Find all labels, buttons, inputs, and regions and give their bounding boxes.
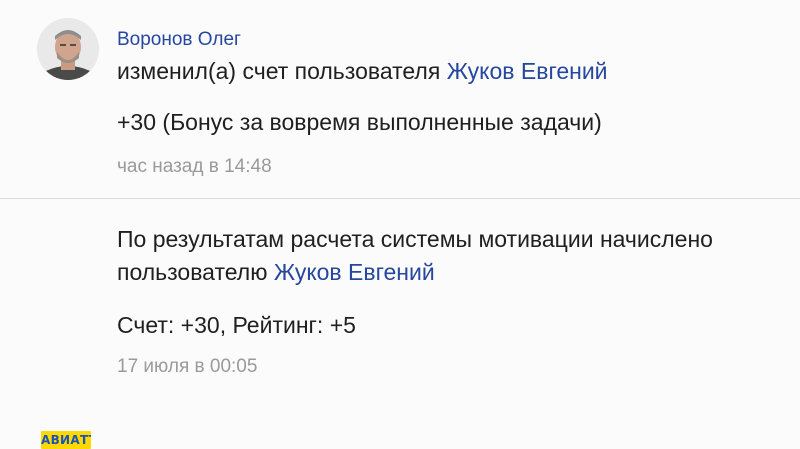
message-prefix: пользователю	[117, 259, 268, 285]
avatar[interactable]	[37, 18, 99, 80]
author-name[interactable]: Воронов Олег	[117, 29, 241, 51]
message-line-1: По результатам расчета системы мотивации…	[117, 226, 713, 252]
score-change-detail: +30 (Бонус за вовремя выполненные задачи…	[117, 109, 602, 135]
timestamp: час назад в 14:48	[117, 156, 272, 177]
timestamp: 17 июля в 00:05	[117, 356, 258, 377]
message-line-2: пользователю Жуков Евгений	[117, 259, 435, 286]
action-line: изменил(а) счет пользователя Жуков Евген…	[117, 58, 608, 85]
score-rating-detail: Счет: +30, Рейтинг: +5	[117, 312, 356, 338]
activity-feed: Воронов Олег изменил(а) счет пользовател…	[0, 0, 800, 449]
action-text: изменил(а) счет пользователя	[117, 58, 441, 84]
feed-item: Воронов Олег изменил(а) счет пользовател…	[0, 0, 800, 198]
user-link[interactable]: Жуков Евгений	[274, 259, 435, 285]
feed-item: АВИАТТА По результатам расчета системы м…	[0, 199, 800, 449]
company-logo: АВИАТТА	[41, 431, 91, 449]
user-link[interactable]: Жуков Евгений	[447, 58, 608, 84]
avatar-photo	[37, 18, 99, 80]
